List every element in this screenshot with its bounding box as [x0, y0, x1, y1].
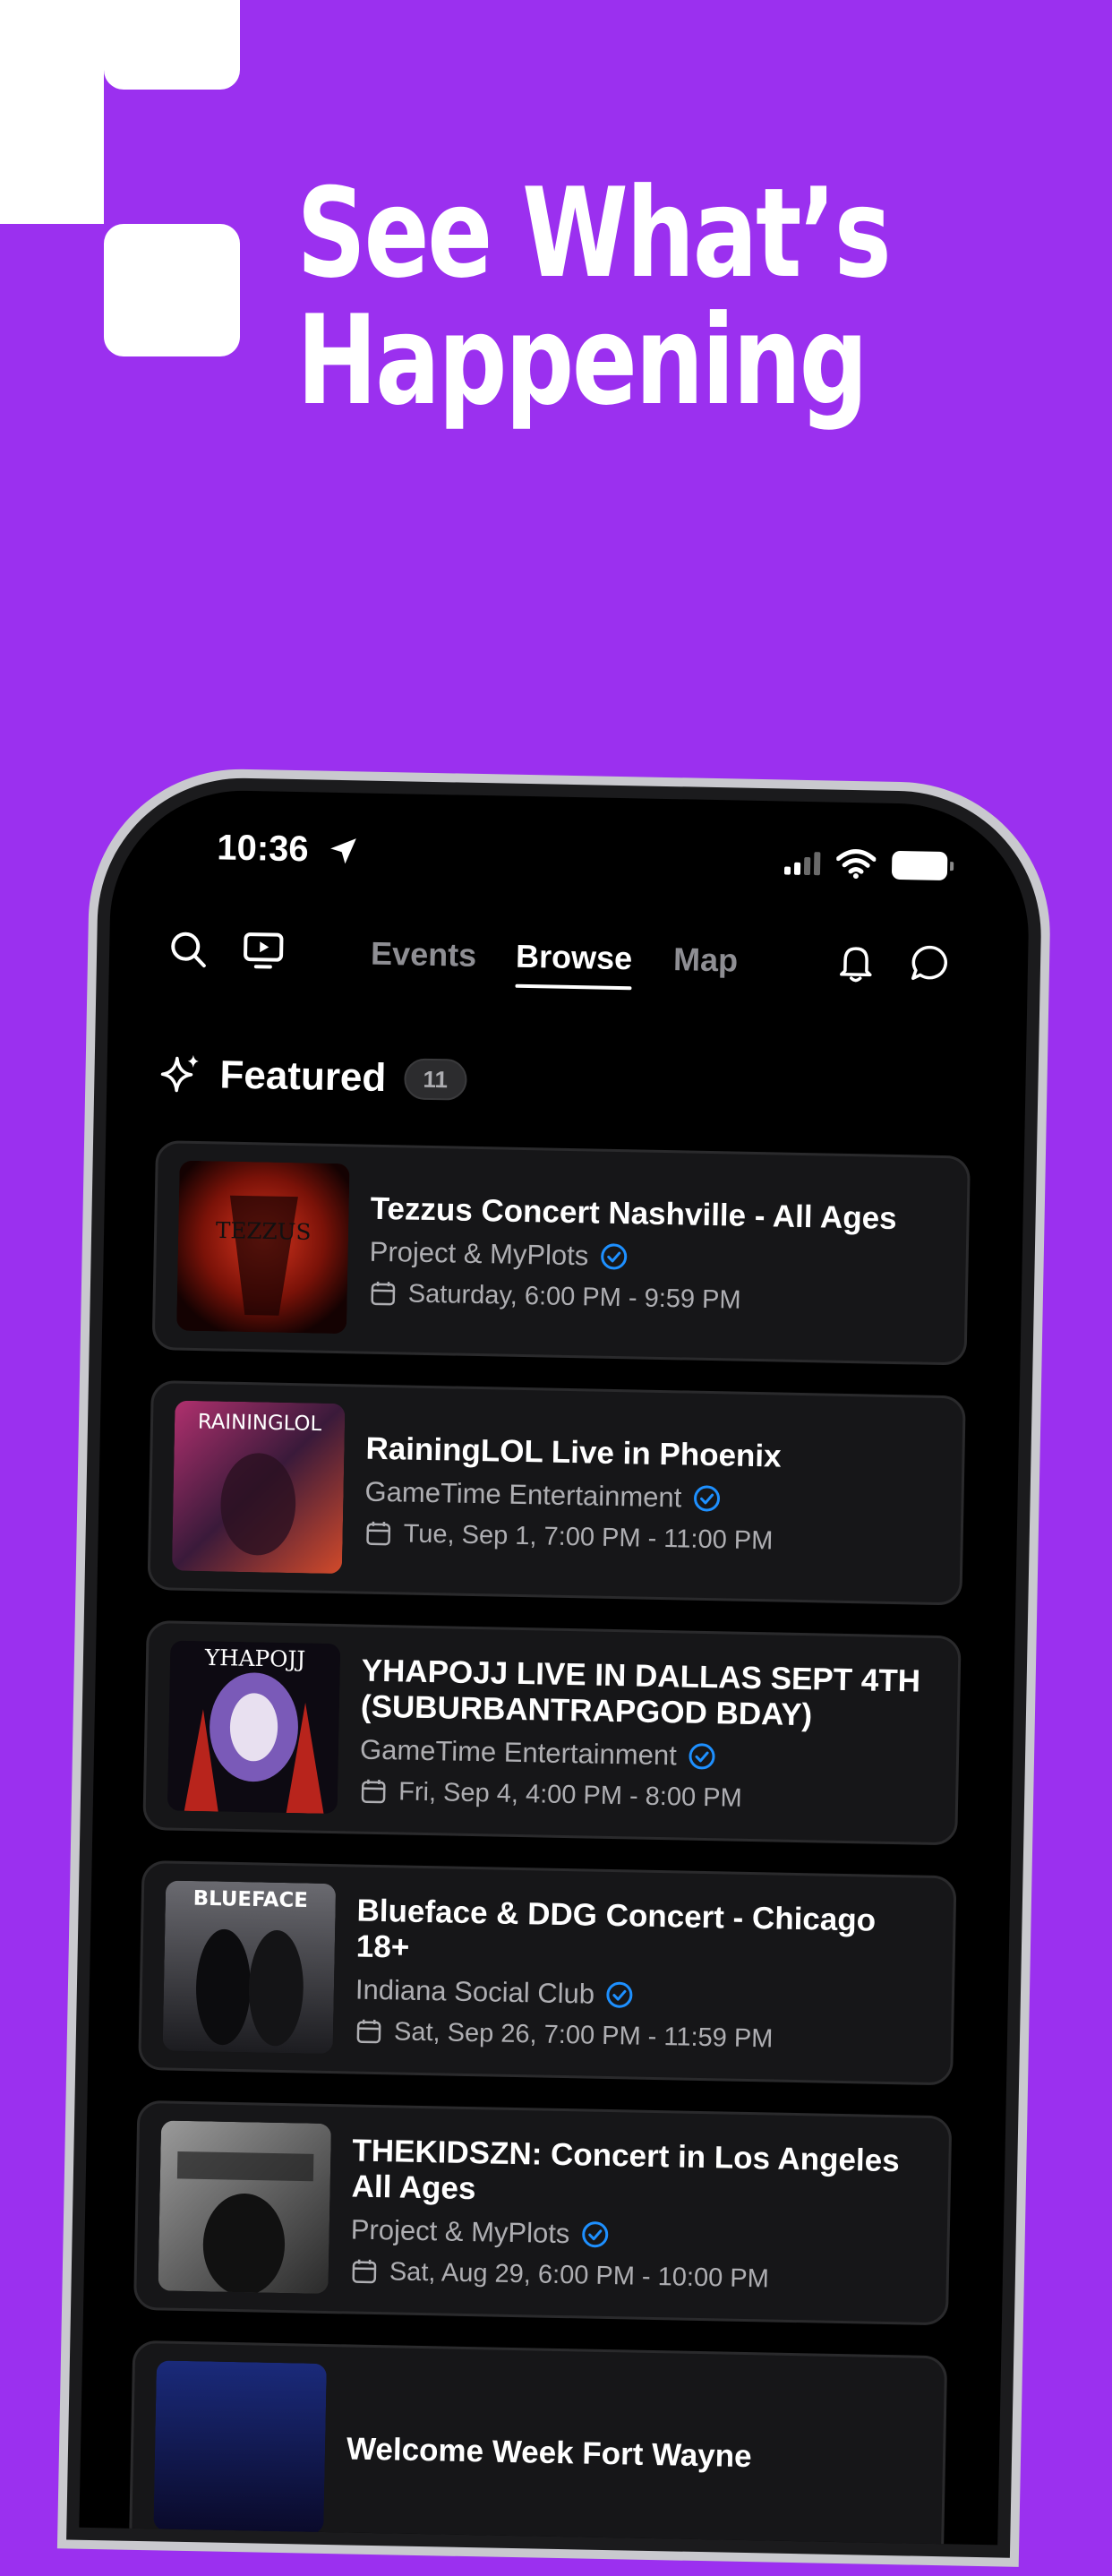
calendar-icon [364, 1519, 393, 1549]
tab-browse-label: Browse [516, 938, 633, 976]
svg-text:TEZZUS: TEZZUS [216, 1217, 312, 1245]
featured-count-badge: 11 [404, 1058, 467, 1100]
tv-play-icon[interactable] [242, 929, 286, 973]
calendar-icon [350, 2256, 380, 2286]
event-thumbnail [158, 2120, 331, 2294]
search-icon[interactable] [167, 927, 210, 971]
event-card[interactable]: TEZZUS Tezzus Concert Nashville - All Ag… [152, 1140, 971, 1365]
location-arrow-icon [326, 834, 361, 869]
event-organizer: GameTime Entertainment [360, 1733, 677, 1772]
event-title: Blueface & DDG Concert - Chicago 18+ [355, 1893, 935, 1975]
verified-badge-icon [599, 1241, 629, 1271]
event-thumbnail: RAININGLOL [172, 1401, 346, 1575]
tab-map[interactable]: Map [673, 940, 739, 979]
event-card[interactable]: RAININGLOL RainingLOL Live in Phoenix Ga… [147, 1380, 965, 1605]
calendar-icon [359, 1777, 389, 1807]
active-tab-indicator [515, 984, 631, 990]
verified-badge-icon [687, 1741, 716, 1771]
headline: See What’s Happening [296, 170, 813, 425]
svg-text:BLUEFACE: BLUEFACE [193, 1887, 309, 1912]
cellular-signal-icon [784, 852, 820, 876]
event-date: Fri, Sep 4, 4:00 PM - 8:00 PM [398, 1777, 742, 1813]
event-organizer: Indiana Social Club [355, 1973, 595, 2010]
event-organizer: Project & MyPlots [369, 1235, 588, 1272]
bell-icon[interactable] [834, 940, 878, 984]
phone-mockup: 10:36 [57, 767, 1058, 2576]
event-thumbnail: BLUEFACE [163, 1880, 337, 2054]
verified-badge-icon [580, 2220, 610, 2249]
tab-events[interactable]: Events [371, 935, 477, 975]
event-title: YHAPOJJ LIVE IN DALLAS SEPT 4TH (SUBURBA… [361, 1653, 940, 1735]
calendar-icon [369, 1279, 398, 1309]
event-card[interactable]: YHAPOJJ YHAPOJJ LIVE IN DALLAS SEPT 4TH … [142, 1620, 961, 1845]
status-time: 10:36 [217, 828, 309, 870]
phone-frame: 10:36 [57, 767, 1053, 2567]
calendar-icon [355, 2017, 384, 2047]
event-title: THEKIDSZN: Concert in Los Angeles All Ag… [351, 2133, 930, 2215]
event-card[interactable]: Welcome Week Fort Wayne [129, 2340, 947, 2546]
chat-icon[interactable] [908, 941, 952, 985]
battery-icon [892, 851, 948, 880]
event-thumbnail [153, 2360, 327, 2534]
decor-block [104, 224, 240, 356]
svg-text:RAININGLOL: RAININGLOL [198, 1410, 322, 1436]
featured-event-list: TEZZUS Tezzus Concert Nashville - All Ag… [128, 1140, 971, 2545]
decor-block [104, 0, 240, 90]
event-date: Tue, Sep 1, 7:00 PM - 11:00 PM [403, 1519, 773, 1556]
featured-header: Featured 11 [157, 1051, 467, 1103]
event-title: Welcome Week Fort Wayne [346, 2431, 926, 2477]
verified-badge-icon [605, 1979, 635, 2009]
event-title: RainingLOL Live in Phoenix [365, 1430, 945, 1477]
event-date: Sat, Sep 26, 7:00 PM - 11:59 PM [394, 2017, 774, 2054]
featured-title: Featured [219, 1052, 387, 1101]
event-organizer: GameTime Entertainment [364, 1475, 681, 1514]
app-screen: 10:36 [79, 788, 1031, 2545]
event-card[interactable]: THEKIDSZN: Concert in Los Angeles All Ag… [133, 2100, 952, 2325]
event-organizer: Project & MyPlots [350, 2213, 569, 2250]
sparkles-icon [157, 1051, 204, 1098]
tab-browse[interactable]: Browse [516, 938, 633, 977]
top-nav: Events Browse Map [108, 914, 1028, 1003]
event-thumbnail: YHAPOJJ [167, 1641, 341, 1815]
event-title: Tezzus Concert Nashville - All Ages [370, 1190, 949, 1237]
headline-line-2: Happening [296, 297, 813, 425]
event-date: Sat, Aug 29, 6:00 PM - 10:00 PM [389, 2257, 770, 2294]
headline-line-1: See What’s [296, 170, 813, 297]
svg-text:YHAPOJJ: YHAPOJJ [204, 1644, 306, 1672]
event-date: Saturday, 6:00 PM - 9:59 PM [408, 1279, 741, 1315]
verified-badge-icon [692, 1483, 722, 1513]
event-card[interactable]: BLUEFACE Blueface & DDG Concert - Chicag… [138, 1860, 956, 2085]
decor-block [0, 0, 104, 224]
status-icons [784, 848, 948, 881]
event-thumbnail: TEZZUS [176, 1161, 350, 1335]
wifi-icon [836, 849, 877, 880]
